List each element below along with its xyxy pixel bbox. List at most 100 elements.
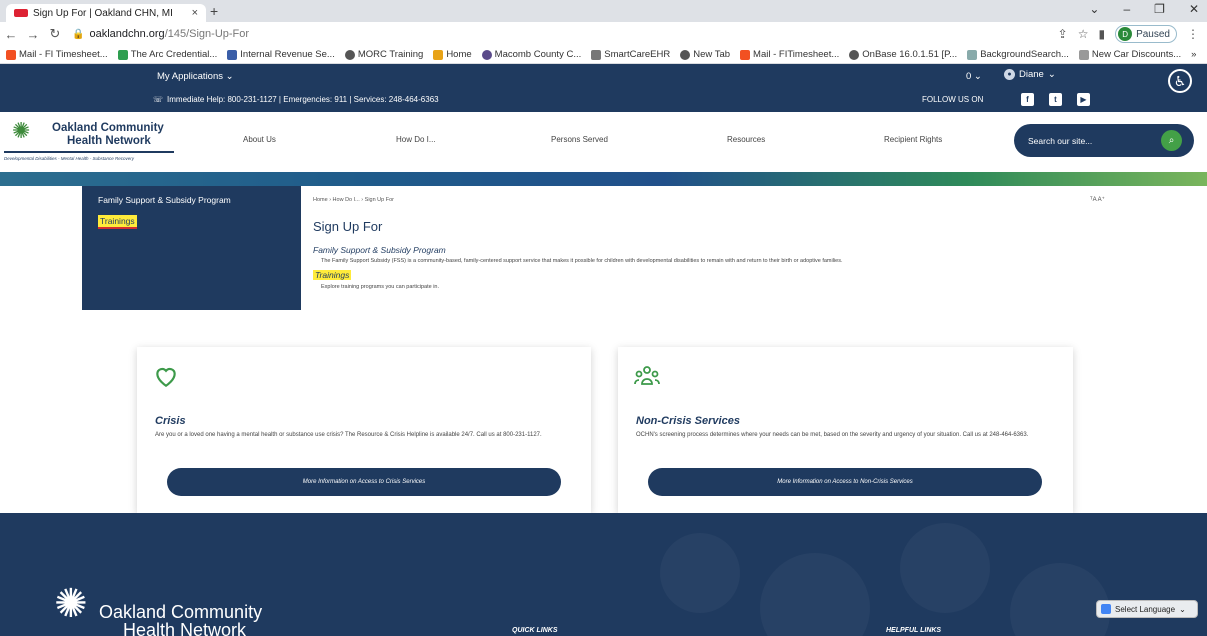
section-text-trainings: Explore training programs you can partic… bbox=[321, 284, 440, 290]
bookmark-item[interactable]: New Car Discounts... bbox=[1078, 49, 1181, 60]
forward-icon[interactable]: → bbox=[22, 27, 44, 42]
nav-recipient-rights[interactable]: Recipient Rights bbox=[884, 135, 942, 144]
site-header: ✺ Oakland Community Health Network Devel… bbox=[0, 112, 1207, 172]
footer-decoration bbox=[900, 523, 990, 613]
my-applications-menu[interactable]: My Applications ⌄ bbox=[157, 71, 234, 82]
profile-status: Paused bbox=[1136, 28, 1170, 40]
search-input[interactable] bbox=[1028, 134, 1148, 148]
bookmark-item[interactable]: BackgroundSearch... bbox=[967, 49, 1069, 60]
header-banner bbox=[0, 172, 1207, 186]
non-crisis-services-button[interactable]: More Information on Access to Non-Crisis… bbox=[648, 468, 1042, 496]
nav-how-do-i[interactable]: How Do I... bbox=[396, 135, 436, 144]
section-link-family-support[interactable]: Family Support & Subsidy Program bbox=[313, 245, 446, 255]
share-icon[interactable]: ⇪ bbox=[1058, 27, 1068, 41]
footer-decoration bbox=[760, 553, 870, 636]
ms-icon bbox=[6, 49, 16, 60]
nav-persons-served[interactable]: Persons Served bbox=[551, 135, 608, 144]
font-size-controls[interactable]: ᵀA A⁺ bbox=[1090, 196, 1105, 203]
doc-icon bbox=[967, 49, 978, 60]
user-icon: ● bbox=[1004, 69, 1015, 80]
chevron-down-icon: ⌄ bbox=[1179, 604, 1186, 614]
side-panel-icon[interactable]: ▮ bbox=[1098, 27, 1105, 41]
reload-icon[interactable]: ↻ bbox=[44, 26, 66, 42]
notification-counter[interactable]: 0 ⌄ bbox=[966, 71, 982, 82]
site-footer: ✺ Oakland Community Health Network QUICK… bbox=[0, 513, 1207, 636]
language-select[interactable]: Select Language ⌄ bbox=[1096, 600, 1198, 618]
restore-icon[interactable]: ❐ bbox=[1154, 2, 1165, 16]
home-icon bbox=[433, 49, 444, 60]
county-icon bbox=[481, 49, 492, 60]
heart-icon bbox=[156, 367, 176, 388]
nav-about-us[interactable]: About Us bbox=[243, 135, 276, 144]
tab-close-icon[interactable]: × bbox=[192, 7, 198, 19]
logo-line1: Oakland Community bbox=[52, 122, 164, 134]
card-text: Are you or a loved one having a mental h… bbox=[155, 432, 542, 438]
url-path: /145/Sign-Up-For bbox=[164, 28, 250, 40]
footer-tree-logo-icon: ✺ bbox=[54, 582, 88, 626]
globe-icon bbox=[849, 49, 860, 60]
bookmarks-overflow-icon[interactable]: » bbox=[1191, 49, 1196, 60]
card-title: Non-Crisis Services bbox=[636, 415, 740, 427]
crisis-services-button[interactable]: More Information on Access to Crisis Ser… bbox=[167, 468, 561, 496]
bookmark-item[interactable]: Macomb County C... bbox=[481, 49, 581, 60]
bookmark-item[interactable]: Home bbox=[433, 49, 472, 60]
tab-title: Sign Up For | Oakland CHN, MI bbox=[33, 7, 173, 19]
bookmark-item[interactable]: The Arc Credential... bbox=[117, 49, 217, 60]
site-search: ⌕ bbox=[1014, 124, 1194, 157]
follow-label: FOLLOW US ON bbox=[922, 95, 984, 104]
sidebar-item-trainings[interactable]: Trainings bbox=[98, 215, 137, 229]
nav-resources[interactable]: Resources bbox=[727, 135, 765, 144]
back-icon[interactable]: ← bbox=[0, 27, 22, 42]
youtube-icon[interactable]: ▶ bbox=[1077, 93, 1090, 106]
google-translate-icon bbox=[1101, 604, 1111, 614]
footer-decoration bbox=[1010, 563, 1110, 636]
logo-divider bbox=[4, 151, 174, 153]
globe-icon bbox=[680, 49, 691, 60]
bookmark-item[interactable]: OnBase 16.0.1.51 [P... bbox=[849, 49, 957, 60]
accessibility-icon[interactable]: ♿ bbox=[1168, 69, 1192, 93]
site-logo[interactable]: ✺ Oakland Community Health Network Devel… bbox=[4, 118, 176, 170]
plus-icon bbox=[117, 49, 128, 60]
bookmark-item[interactable]: Internal Revenue Se... bbox=[227, 49, 335, 60]
phone-icon: ☏ bbox=[153, 95, 164, 104]
helpful-links-heading: HELPFUL LINKS bbox=[886, 627, 942, 634]
main-content: Home › How Do I... › Sign Up For Sign Up… bbox=[301, 186, 1128, 310]
bookmark-item[interactable]: Mail - FITimesheet... bbox=[740, 49, 839, 60]
bookmark-item[interactable]: New Tab bbox=[680, 49, 730, 60]
sidebar-item-family-support[interactable]: Family Support & Subsidy Program bbox=[98, 195, 231, 205]
people-group-icon bbox=[634, 366, 660, 385]
browser-menu-icon[interactable]: ⋮ bbox=[1187, 27, 1199, 41]
window-close-icon[interactable]: ✕ bbox=[1189, 2, 1199, 16]
profile-avatar: D bbox=[1118, 27, 1133, 41]
bookmarks-bar: Mail - FI Timesheet... The Arc Credentia… bbox=[0, 46, 1207, 64]
new-tab-button[interactable]: + bbox=[210, 3, 218, 19]
bookmark-star-icon[interactable]: ☆ bbox=[1078, 27, 1089, 41]
irs-icon bbox=[227, 49, 238, 60]
card-title: Crisis bbox=[155, 415, 186, 427]
minimize-icon[interactable]: – bbox=[1123, 2, 1130, 16]
tree-logo-icon: ✺ bbox=[12, 118, 31, 143]
page-title: Sign Up For bbox=[313, 219, 383, 234]
browser-tab[interactable]: Sign Up For | Oakland CHN, MI × bbox=[6, 4, 206, 22]
bookmark-item[interactable]: Mail - FI Timesheet... bbox=[6, 49, 108, 60]
breadcrumb[interactable]: Home › How Do I... › Sign Up For bbox=[313, 197, 394, 203]
crisis-card: Crisis Are you or a loved one having a m… bbox=[137, 347, 591, 513]
profile-button[interactable]: D Paused bbox=[1115, 25, 1177, 43]
twitter-icon[interactable]: t bbox=[1049, 93, 1062, 106]
bookmark-item[interactable]: MORC Training bbox=[344, 49, 423, 60]
car-icon bbox=[1078, 49, 1089, 60]
search-icon[interactable]: ⌕ bbox=[1161, 130, 1182, 151]
globe-icon bbox=[344, 49, 355, 60]
facebook-icon[interactable]: f bbox=[1021, 93, 1034, 106]
lock-icon: 🔒 bbox=[72, 28, 85, 40]
url-host: oaklandchn.org bbox=[89, 28, 165, 40]
browser-tabstrip: Sign Up For | Oakland CHN, MI × + ⌄ – ❐ … bbox=[0, 0, 1207, 22]
footer-decoration bbox=[660, 533, 740, 613]
url-field[interactable]: 🔒 oaklandchn.org/145/Sign-Up-For bbox=[72, 28, 1058, 40]
tab-search-icon[interactable]: ⌄ bbox=[1089, 2, 1099, 16]
user-menu[interactable]: ● Diane ⌄ bbox=[1004, 69, 1056, 80]
bookmark-item[interactable]: SmartCareEHR bbox=[591, 49, 670, 60]
sidebar: Family Support & Subsidy Program Trainin… bbox=[82, 186, 301, 310]
logo-tagline: Developmental Disabilities - Mental Heal… bbox=[4, 156, 135, 161]
section-link-trainings[interactable]: Trainings bbox=[313, 270, 352, 280]
